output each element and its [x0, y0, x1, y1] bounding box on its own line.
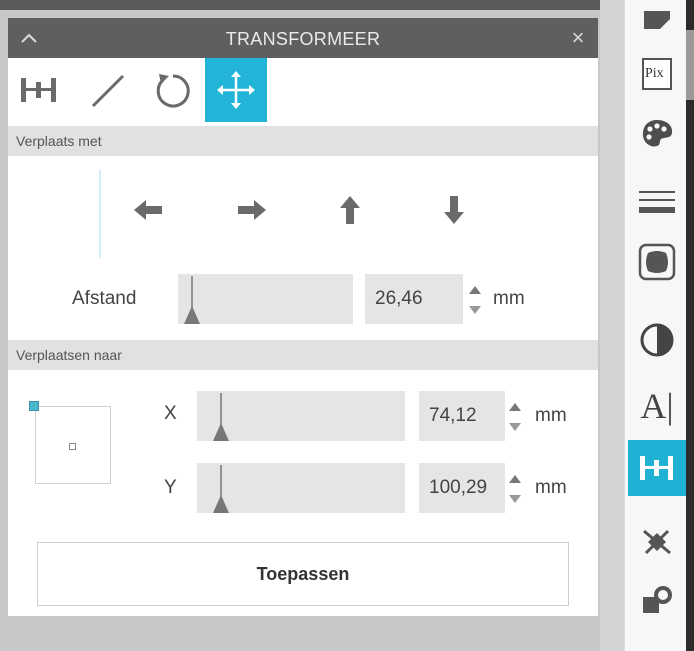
- text-icon: A|: [640, 386, 674, 426]
- window-frame-top: [0, 0, 600, 10]
- x-input[interactable]: 74,12: [419, 391, 505, 441]
- send-button[interactable]: [628, 0, 686, 40]
- x-label: X: [164, 403, 177, 424]
- pixscan-label: Pix: [645, 66, 664, 81]
- distance-label: Afstand: [72, 288, 137, 309]
- y-input[interactable]: 100,29: [419, 463, 505, 513]
- y-slider[interactable]: [197, 463, 405, 513]
- section-move-by: Verplaats met: [8, 126, 598, 156]
- distance-slider[interactable]: [178, 274, 353, 324]
- rotate-icon: [156, 74, 190, 108]
- scrollbar[interactable]: [686, 0, 694, 651]
- pixscan-button[interactable]: Pix: [628, 52, 686, 96]
- line-style-button[interactable]: [628, 180, 686, 224]
- tab-align[interactable]: [8, 58, 70, 122]
- x-unit: mm: [535, 405, 567, 426]
- trace-icon: [643, 529, 671, 555]
- panel-footer: [8, 616, 598, 651]
- panel-title: TRANSFORMEER: [225, 29, 381, 49]
- arrow-up-icon: [340, 196, 360, 224]
- x-stepper[interactable]: [505, 391, 525, 441]
- text-button[interactable]: A|: [628, 384, 686, 428]
- x-slider[interactable]: [197, 391, 405, 441]
- move-up-button[interactable]: [318, 178, 382, 242]
- distance-stepper[interactable]: [465, 274, 485, 324]
- anchor-point-top-left[interactable]: [29, 401, 39, 411]
- section-move-to: Verplaatsen naar: [8, 340, 598, 370]
- y-unit: mm: [535, 477, 567, 498]
- anchor-point-center[interactable]: [69, 443, 76, 450]
- line-style-icon: [639, 191, 675, 213]
- y-stepper[interactable]: [505, 463, 525, 513]
- move-left-button[interactable]: [116, 178, 180, 242]
- apply-button[interactable]: Toepassen: [37, 542, 569, 606]
- slider-thumb[interactable]: [182, 274, 202, 324]
- offset-button[interactable]: [628, 240, 686, 284]
- send-icon: [644, 11, 670, 29]
- panel-titlebar: TRANSFORMEER ×: [8, 18, 598, 58]
- fill-button[interactable]: [628, 112, 686, 156]
- move-down-button[interactable]: [422, 178, 486, 242]
- offset-icon: [638, 243, 676, 281]
- replicate-button[interactable]: [628, 578, 686, 622]
- slider-thumb[interactable]: [211, 391, 231, 441]
- transform-button[interactable]: [628, 440, 686, 496]
- align-icon: [21, 78, 56, 102]
- y-label: Y: [164, 477, 177, 498]
- scrollbar-thumb[interactable]: [686, 30, 694, 100]
- scale-icon: [91, 74, 125, 108]
- contrast-icon: [640, 323, 674, 357]
- transform-icon: [640, 456, 673, 480]
- move-right-button[interactable]: [220, 178, 284, 242]
- arrow-left-icon: [134, 200, 162, 220]
- tab-move[interactable]: [205, 58, 267, 122]
- move-icon: [217, 71, 255, 109]
- arrow-right-icon: [238, 200, 266, 220]
- arrow-down-icon: [444, 196, 464, 224]
- contrast-button[interactable]: [628, 318, 686, 362]
- divider: [99, 170, 101, 258]
- tab-scale[interactable]: [76, 58, 138, 122]
- distance-input[interactable]: 26,46: [365, 274, 463, 324]
- distance-unit: mm: [493, 288, 525, 309]
- pixscan-icon: Pix: [642, 58, 672, 90]
- tab-rotate[interactable]: [142, 58, 204, 122]
- trace-button[interactable]: [628, 520, 686, 564]
- close-icon[interactable]: ×: [566, 26, 590, 50]
- panel-gap: [600, 0, 624, 651]
- slider-thumb[interactable]: [211, 463, 231, 513]
- replicate-icon: [643, 586, 672, 613]
- palette-icon: [642, 120, 673, 147]
